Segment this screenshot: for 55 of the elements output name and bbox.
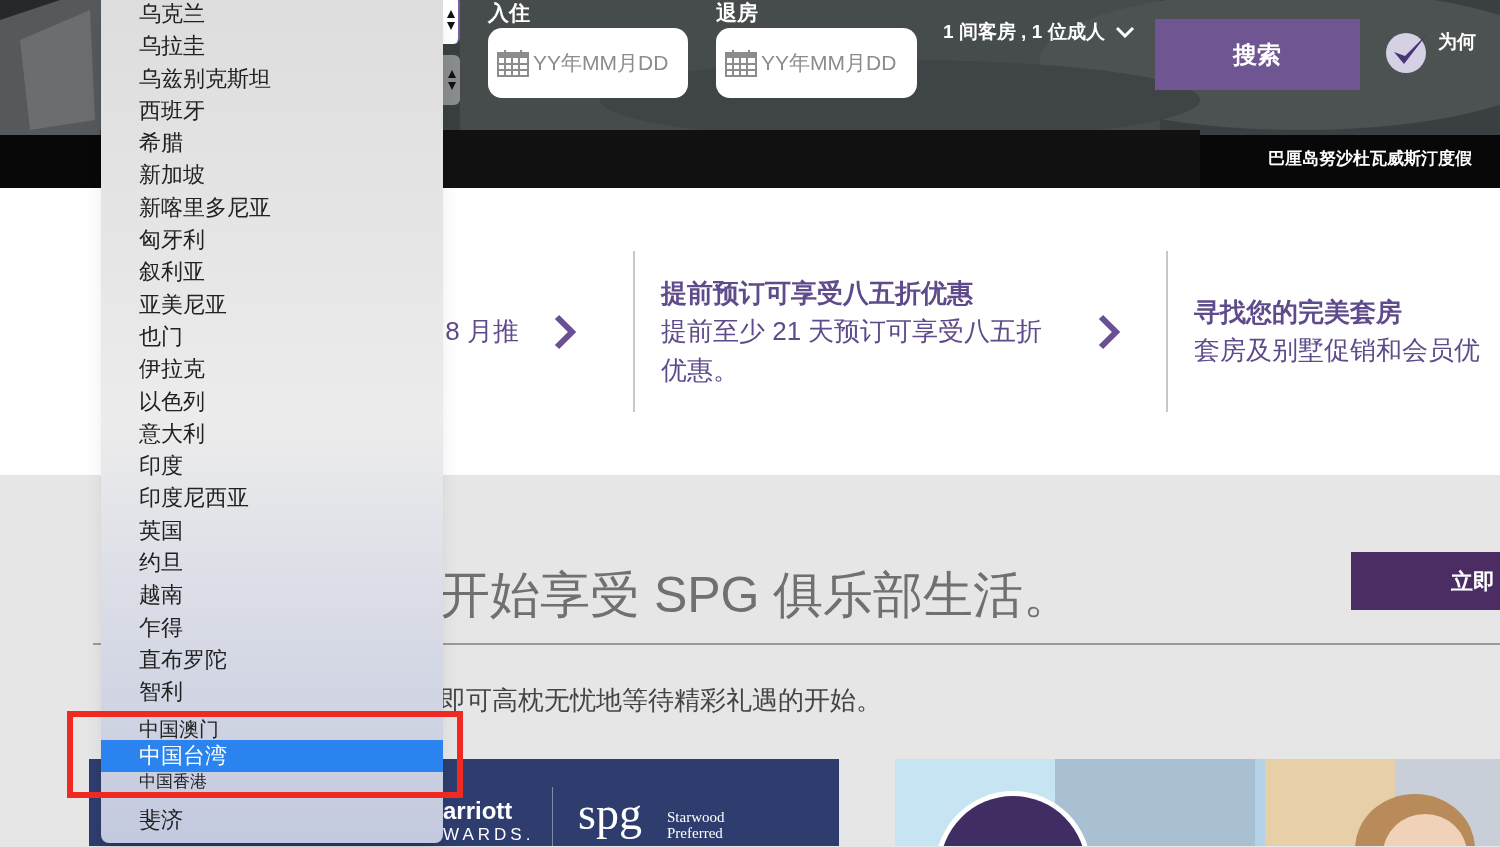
dropdown-item[interactable]: 直布罗陀 (101, 643, 443, 677)
dropdown-item[interactable]: 中国台湾 (101, 739, 443, 773)
dropdown-item[interactable]: 中国澳门 (101, 708, 443, 740)
promo-text: 套房及别墅促销和会员优 (1194, 334, 1480, 367)
chevron-down-icon (1114, 26, 1135, 39)
chevron-right-icon (553, 313, 577, 350)
date-field[interactable]: YY年MM月DD (488, 28, 688, 98)
guests-dropdown[interactable]: 1 间客房 , 1 位成人 (943, 18, 1135, 47)
dropdown-item[interactable]: 也门 (101, 320, 443, 354)
dropdown-item[interactable]: 乌克兰 (101, 0, 443, 31)
dropdown-item[interactable]: 希腊 (101, 127, 443, 160)
dropdown-item[interactable]: 亚美尼亚 (101, 288, 443, 321)
dropdown-item[interactable]: 新喀里多尼亚 (101, 191, 443, 225)
select-field[interactable] (443, 55, 460, 105)
dropdown-item[interactable]: 西班牙 (101, 94, 443, 128)
dropdown-item[interactable]: 乌拉圭 (101, 30, 443, 63)
dropdown-item[interactable]: 匈牙利 (101, 224, 443, 257)
select-field[interactable] (443, 0, 460, 44)
join-button[interactable]: 立即 (1351, 552, 1500, 610)
dropdown-item[interactable]: 越南 (101, 579, 443, 612)
dropdown-item[interactable]: 英国 (101, 514, 443, 548)
up-down-arrows-icon (445, 9, 456, 31)
promo-text: 8 月推 (445, 315, 519, 348)
dropdown-item[interactable]: 印度尼西亚 (101, 482, 443, 515)
section-heading: 开始享受 SPG 俱乐部生活。 (440, 566, 1074, 625)
logo-text: WARDS. (443, 825, 535, 845)
dropdown-item[interactable]: 伊拉克 (101, 353, 443, 386)
logo-text: arriott (443, 797, 513, 825)
dropdown-item[interactable]: 智利 (101, 676, 443, 709)
dropdown-item[interactable]: 乌兹别克斯坦 (101, 62, 443, 95)
dropdown-item[interactable]: 印度 (101, 450, 443, 483)
calendar-icon (497, 49, 529, 77)
photo-caption: 巴厘岛努沙杜瓦威斯汀度假 (1268, 148, 1472, 170)
dropdown-item[interactable]: 叙利亚 (101, 256, 443, 289)
dropdown-item[interactable]: 乍得 (101, 611, 443, 644)
dropdown-item[interactable]: 新加坡 (101, 159, 443, 192)
promo-title[interactable]: 寻找您的完美套房 (1194, 293, 1480, 331)
date-field[interactable]: YY年MM月DD (716, 28, 917, 98)
dropdown-item[interactable]: 斐济 (101, 804, 443, 837)
logo-text: Preferred (667, 825, 723, 841)
dropdown-item[interactable]: 约旦 (101, 547, 443, 580)
chevron-right-icon (1097, 313, 1121, 350)
logo-text: Starwood (667, 809, 725, 825)
promo-text: 提前至少 21 天预订可享受八五折优惠。 (661, 314, 1044, 387)
logo-text: spg (578, 789, 642, 839)
field-label: 退房 (716, 0, 759, 26)
dropdown-item[interactable]: 中国香港 (101, 772, 443, 805)
search-button[interactable]: 搜索 (1154, 19, 1360, 90)
dropdown-item[interactable]: 以色列 (101, 385, 443, 418)
why-link[interactable]: 为何 (1437, 28, 1476, 57)
field-label: 入住 (488, 0, 531, 26)
dropdown-item[interactable]: 意大利 (101, 417, 443, 451)
up-down-arrows-icon (446, 69, 457, 91)
promo-title[interactable]: 提前预订可享受八五折优惠 (661, 273, 1061, 312)
calendar-icon (725, 49, 757, 77)
